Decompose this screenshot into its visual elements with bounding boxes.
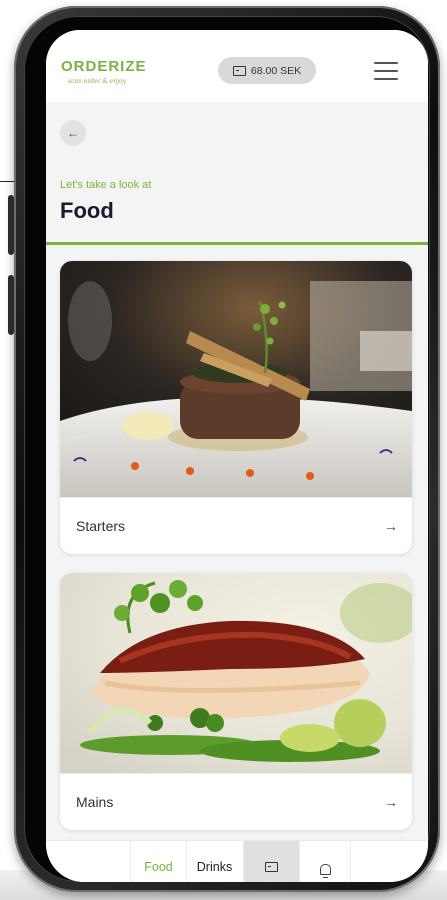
nav-tab-notifications[interactable] <box>300 841 351 882</box>
bottom-nav: Food Drinks <box>46 840 428 882</box>
category-card-starters[interactable]: Starters → <box>60 261 412 554</box>
arrow-right-icon: → <box>384 794 398 810</box>
mains-image <box>60 573 412 773</box>
balance-pill[interactable]: 68.00 SEK <box>218 57 316 84</box>
phone-side-button <box>8 195 14 255</box>
hamburger-icon[interactable] <box>374 62 398 80</box>
wallet-card-icon <box>232 65 246 76</box>
wallet-card-icon <box>265 862 278 872</box>
category-card-mains[interactable]: Mains → <box>60 573 412 830</box>
starters-photo <box>60 261 412 497</box>
page-eyebrow: Let's take a look at <box>60 179 152 191</box>
nav-tab-food[interactable]: Food <box>130 841 187 882</box>
brand-logo[interactable]: ORDERIZE <box>61 58 147 75</box>
arrow-right-icon: → <box>384 518 398 534</box>
category-label: Mains <box>76 794 114 810</box>
arrow-left-icon: ← <box>67 126 79 140</box>
bell-icon <box>319 863 331 878</box>
category-label: Starters <box>76 518 126 534</box>
mains-label-row: Mains → <box>60 773 412 830</box>
starters-image <box>60 261 412 497</box>
nav-tab-wallet[interactable] <box>244 841 300 882</box>
category-header: ← Let's take a look at Food <box>46 102 428 245</box>
nav-tab-drinks[interactable]: Drinks <box>186 841 244 882</box>
back-button[interactable]: ← <box>60 120 86 146</box>
phone-screen: ORDERIZE scan order & enjoy 68.00 SEK ← … <box>46 30 428 882</box>
starters-label-row: Starters → <box>60 497 412 554</box>
mains-photo <box>60 573 412 773</box>
app-header: ORDERIZE scan order & enjoy 68.00 SEK <box>46 30 428 103</box>
page-title: Food <box>60 198 114 223</box>
brand-tagline: scan order & enjoy <box>68 78 126 85</box>
balance-amount: 68.00 SEK <box>250 64 302 77</box>
phone-side-button <box>8 275 14 335</box>
